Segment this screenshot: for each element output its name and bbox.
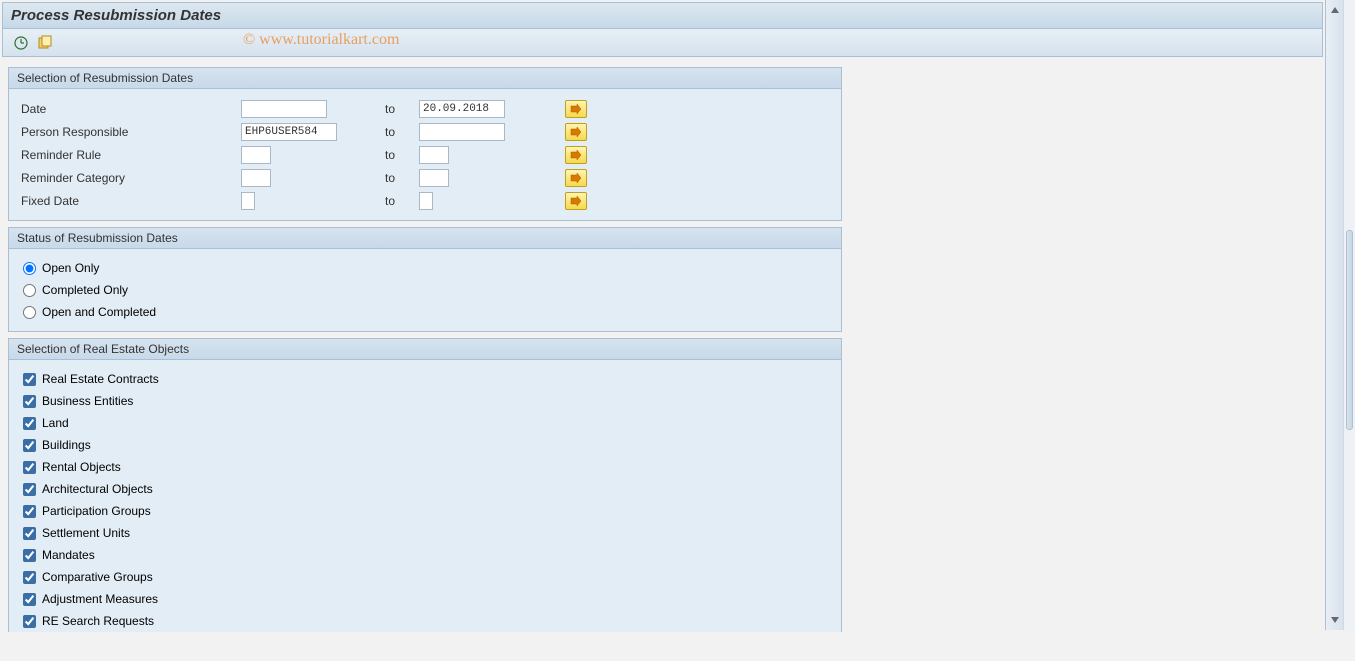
radio-row: Open Only	[19, 257, 831, 279]
object-checkbox[interactable]	[23, 615, 36, 628]
field-to-input[interactable]	[419, 100, 505, 118]
check-row: RE Search Requests	[19, 610, 831, 632]
scroll-down-icon[interactable]	[1329, 614, 1341, 626]
check-row: Participation Groups	[19, 500, 831, 522]
field-label: Date	[19, 102, 241, 116]
field-from-input[interactable]	[241, 169, 271, 187]
form-row: Reminder Category to	[19, 166, 831, 189]
checkbox-label: Business Entities	[42, 394, 133, 408]
radio-label: Open and Completed	[42, 305, 156, 319]
object-checkbox[interactable]	[23, 527, 36, 540]
check-row: Business Entities	[19, 390, 831, 412]
field-to-input[interactable]	[419, 123, 505, 141]
checkbox-label: RE Search Requests	[42, 614, 154, 628]
checkbox-label: Comparative Groups	[42, 570, 153, 584]
check-row: Rental Objects	[19, 456, 831, 478]
checkbox-label: Buildings	[42, 438, 91, 452]
field-from-input[interactable]	[241, 123, 337, 141]
status-radio[interactable]	[23, 262, 36, 275]
field-from-input[interactable]	[241, 100, 327, 118]
field-label: Reminder Category	[19, 171, 241, 185]
radio-label: Completed Only	[42, 283, 128, 297]
checkbox-label: Architectural Objects	[42, 482, 153, 496]
multiple-selection-button[interactable]	[565, 146, 587, 164]
check-row: Buildings	[19, 434, 831, 456]
object-checkbox[interactable]	[23, 439, 36, 452]
check-row: Real Estate Contracts	[19, 368, 831, 390]
scrollbar-thumb[interactable]	[1346, 230, 1353, 430]
check-row: Land	[19, 412, 831, 434]
form-row: Reminder Rule to	[19, 143, 831, 166]
field-to-input[interactable]	[419, 192, 433, 210]
object-checkbox[interactable]	[23, 571, 36, 584]
group-status-resubmission-dates: Status of Resubmission Dates Open Only Co…	[8, 227, 842, 332]
multiple-selection-button[interactable]	[565, 100, 587, 118]
object-checkbox[interactable]	[23, 593, 36, 606]
to-label: to	[381, 194, 419, 208]
to-label: to	[381, 148, 419, 162]
checkbox-label: Participation Groups	[42, 504, 151, 518]
checkbox-label: Land	[42, 416, 69, 430]
checkbox-label: Real Estate Contracts	[42, 372, 159, 386]
field-from-input[interactable]	[241, 192, 255, 210]
object-checkbox[interactable]	[23, 417, 36, 430]
scroll-up-icon[interactable]	[1329, 4, 1341, 16]
page-title: Process Resubmission Dates	[2, 2, 1323, 29]
field-to-input[interactable]	[419, 146, 449, 164]
checkbox-label: Rental Objects	[42, 460, 121, 474]
check-row: Architectural Objects	[19, 478, 831, 500]
to-label: to	[381, 125, 419, 139]
object-checkbox[interactable]	[23, 549, 36, 562]
radio-row: Completed Only	[19, 279, 831, 301]
field-to-input[interactable]	[419, 169, 449, 187]
check-row: Settlement Units	[19, 522, 831, 544]
to-label: to	[381, 171, 419, 185]
object-checkbox[interactable]	[23, 373, 36, 386]
check-row: Mandates	[19, 544, 831, 566]
multiple-selection-button[interactable]	[565, 169, 587, 187]
check-row: Adjustment Measures	[19, 588, 831, 610]
checkbox-label: Settlement Units	[42, 526, 130, 540]
checkbox-label: Adjustment Measures	[42, 592, 158, 606]
group-selection-resubmission-dates: Selection of Resubmission Dates DatetoPe…	[8, 67, 842, 221]
field-label: Reminder Rule	[19, 148, 241, 162]
group-title: Selection of Resubmission Dates	[9, 68, 841, 89]
toolbar: © www.tutorialkart.com	[2, 29, 1323, 57]
group-selection-real-estate-objects: Selection of Real Estate Objects Real Es…	[8, 338, 842, 632]
group-title: Selection of Real Estate Objects	[9, 339, 841, 360]
execute-icon[interactable]	[11, 33, 31, 53]
field-label: Fixed Date	[19, 194, 241, 208]
form-row: Fixed Date to	[19, 189, 831, 212]
outer-scrollbar[interactable]	[1343, 0, 1355, 630]
radio-row: Open and Completed	[19, 301, 831, 323]
object-checkbox[interactable]	[23, 505, 36, 518]
object-checkbox[interactable]	[23, 395, 36, 408]
field-from-input[interactable]	[241, 146, 271, 164]
multiple-selection-button[interactable]	[565, 192, 587, 210]
status-radio[interactable]	[23, 284, 36, 297]
group-title: Status of Resubmission Dates	[9, 228, 841, 249]
object-checkbox[interactable]	[23, 483, 36, 496]
watermark-text: © www.tutorialkart.com	[243, 31, 399, 49]
status-radio[interactable]	[23, 306, 36, 319]
multiple-selection-button[interactable]	[565, 123, 587, 141]
to-label: to	[381, 102, 419, 116]
form-row: Date to	[19, 97, 831, 120]
inner-scrollbar[interactable]	[1325, 0, 1343, 630]
radio-label: Open Only	[42, 261, 99, 275]
variant-icon[interactable]	[35, 33, 55, 53]
field-label: Person Responsible	[19, 125, 241, 139]
checkbox-label: Mandates	[42, 548, 95, 562]
check-row: Comparative Groups	[19, 566, 831, 588]
form-row: Person Responsible to	[19, 120, 831, 143]
object-checkbox[interactable]	[23, 461, 36, 474]
